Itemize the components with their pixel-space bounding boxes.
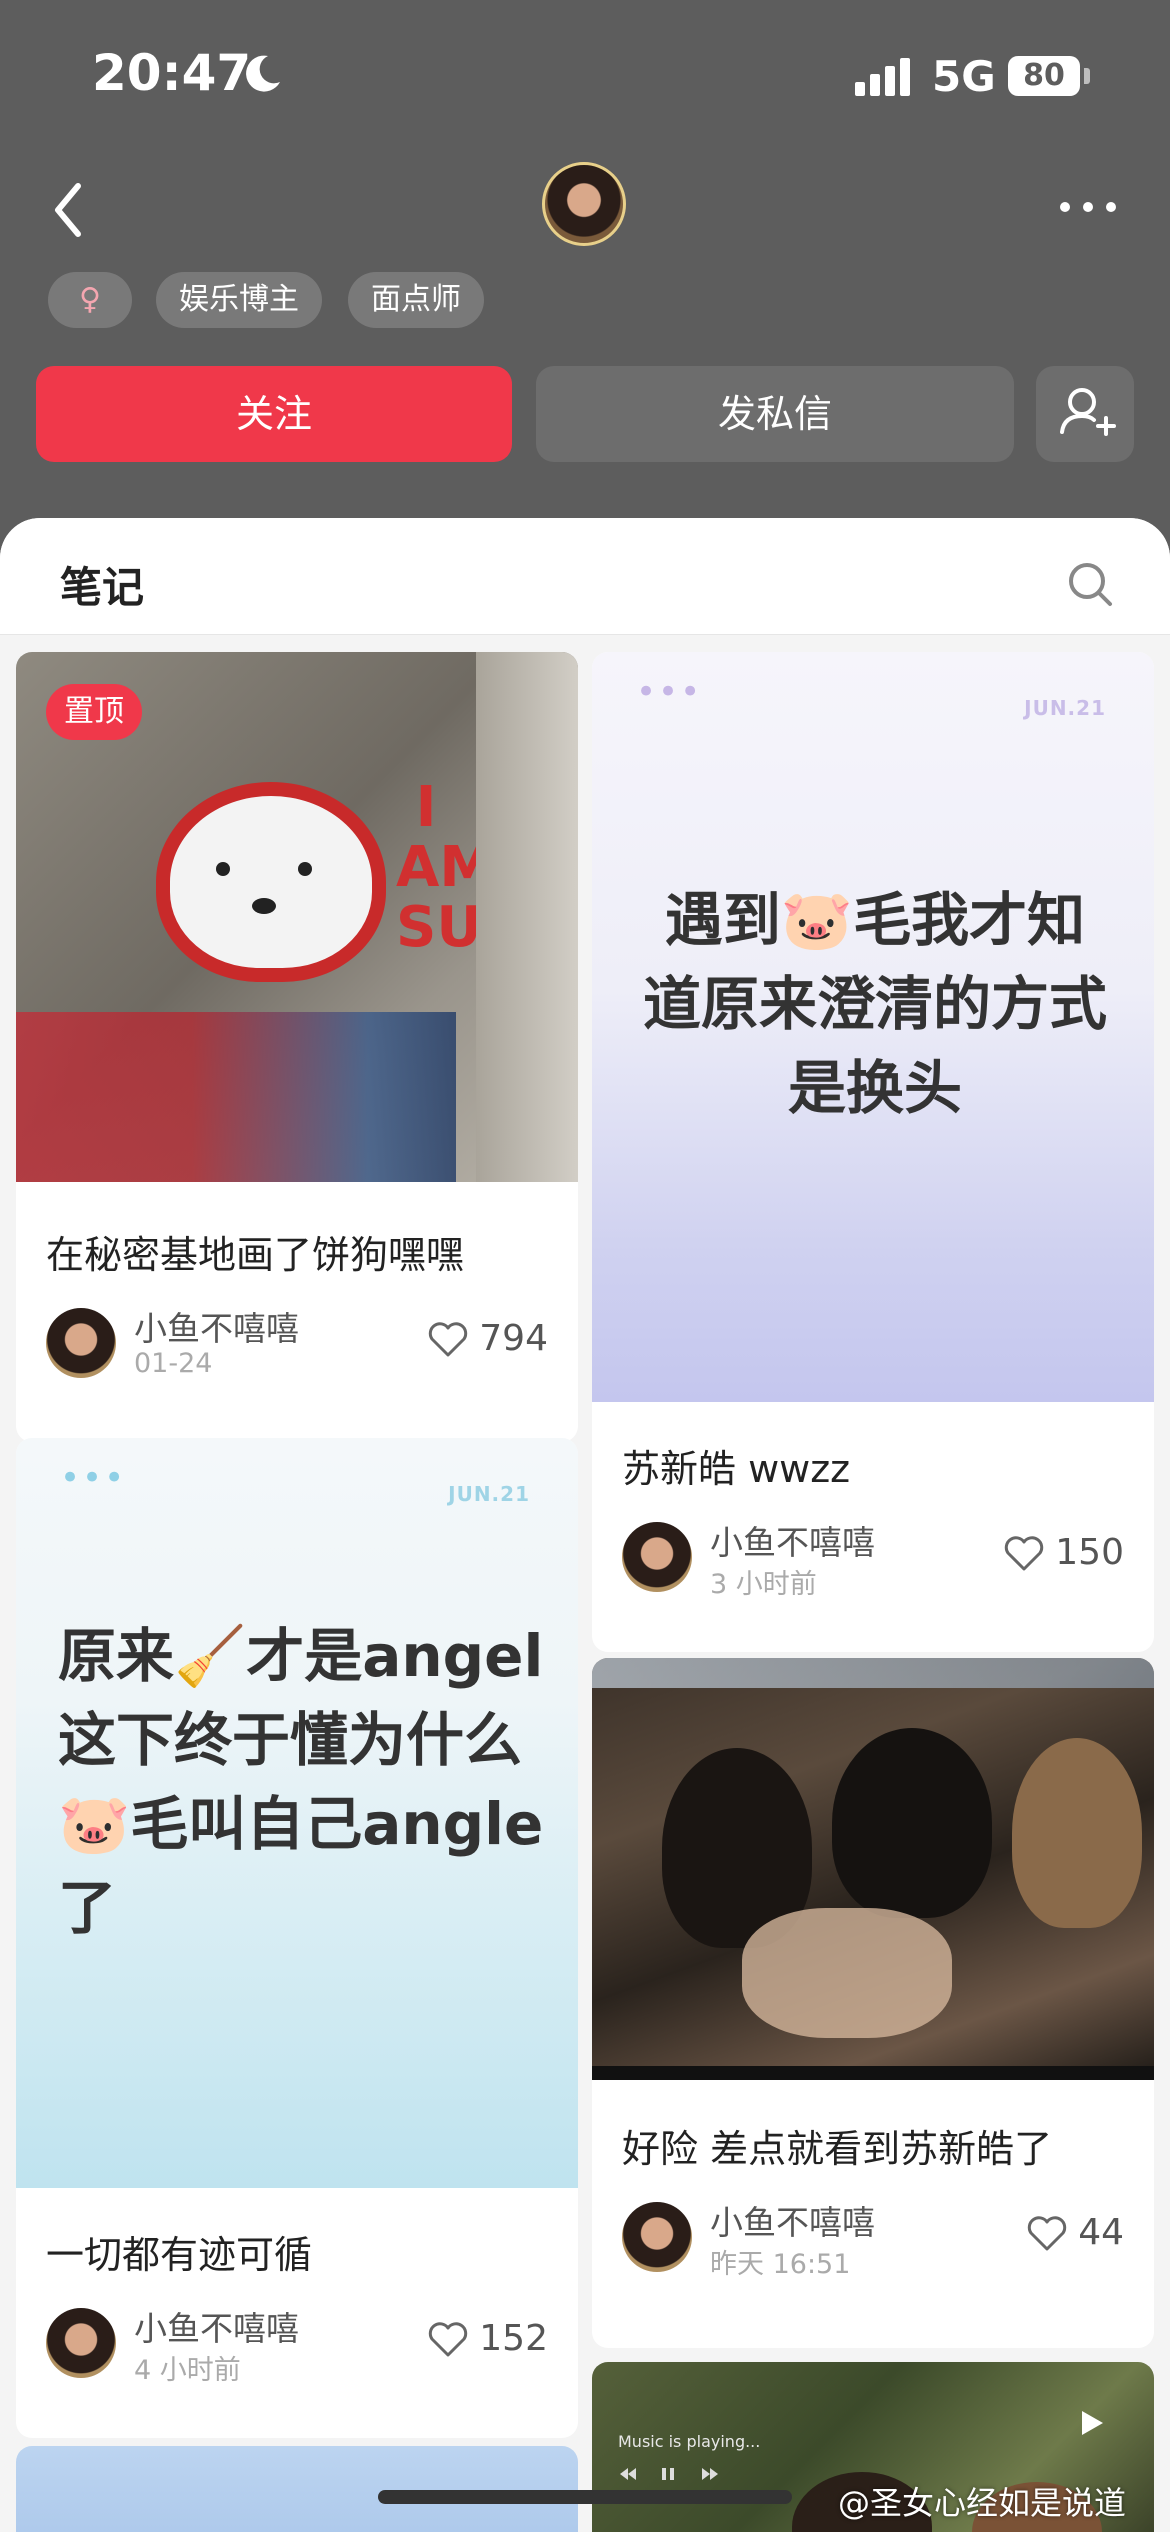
note-cover-image: I AM SU 置顶	[16, 652, 578, 1182]
more-options-icon[interactable]	[1058, 200, 1118, 214]
note-cover-image: ••• JUN.21 原来🧹才是angel这下终于懂为什么🐷毛叫自己angle了	[16, 1438, 578, 2188]
search-icon[interactable]	[1066, 560, 1114, 608]
home-indicator	[378, 2490, 792, 2504]
heart-icon	[1028, 2215, 1067, 2250]
note-cover-image	[592, 1658, 1154, 2080]
tag-entertainment-blogger: 娱乐博主	[156, 272, 322, 328]
author-name: 小鱼不嘻嘻	[710, 2203, 875, 2242]
like-count: 152	[479, 2318, 548, 2359]
heart-icon	[429, 1321, 468, 1356]
note-cover-image: ••• JUN.21 遇到🐷毛我才知道原来澄清的方式是换头	[592, 652, 1154, 1402]
like-count: 44	[1078, 2212, 1124, 2253]
note-date: 3 小时前	[710, 1569, 817, 1600]
author-name: 小鱼不嘻嘻	[710, 1523, 875, 1562]
date-stamp: JUN.21	[1024, 696, 1106, 720]
note-card[interactable]	[16, 2446, 578, 2532]
tag-pastry-chef: 面点师	[348, 272, 484, 328]
author-avatar	[46, 2308, 116, 2378]
tab-bar: 笔记	[0, 518, 1170, 635]
tab-notes[interactable]: 笔记	[60, 554, 144, 615]
music-status: Music is playing...	[618, 2432, 761, 2451]
profile-avatar[interactable]	[542, 162, 626, 246]
network-label: 5G	[932, 52, 996, 101]
author-name: 小鱼不嘻嘻	[134, 2309, 299, 2348]
battery-tip	[1084, 68, 1090, 84]
status-time: 20:47	[92, 44, 252, 102]
author-avatar	[46, 1308, 116, 1378]
mural-text: I AM SU	[396, 775, 496, 960]
note-title: 一切都有迹可循	[46, 2233, 313, 2277]
status-bar: 20:47 5G 80	[0, 0, 1170, 150]
play-icon[interactable]	[1076, 2408, 1106, 2438]
note-title: 好险 差点就看到苏新皓了	[622, 2127, 1053, 2171]
note-title: 在秘密基地画了饼狗嘿嘿	[46, 1233, 465, 1277]
back-arrow-icon[interactable]	[48, 178, 88, 242]
heart-icon	[1005, 1535, 1044, 1570]
decor-dots: •••	[636, 672, 703, 712]
note-title: 苏新皓 wwzz	[622, 1447, 851, 1491]
date-stamp: JUN.21	[448, 1482, 530, 1506]
add-user-button[interactable]	[1036, 366, 1134, 462]
like-count: 794	[479, 1318, 548, 1359]
message-button[interactable]: 发私信	[536, 366, 1014, 462]
battery-icon: 80	[1008, 56, 1080, 96]
player-controls-icon	[620, 2468, 718, 2480]
like-button[interactable]: 152	[427, 2318, 548, 2359]
heart-icon	[429, 2321, 468, 2356]
note-card[interactable]: I AM SU 置顶 在秘密基地画了饼狗嘿嘿 小鱼不嘻嘻 01-24 794	[16, 652, 578, 1442]
note-date: 01-24	[134, 1348, 213, 1379]
quote-text: 原来🧹才是angel这下终于懂为什么🐷毛叫自己angle了	[58, 1622, 544, 1942]
gender-tag: ♀	[48, 272, 132, 328]
like-button[interactable]: 794	[427, 1318, 548, 1359]
note-card[interactable]: ••• JUN.21 原来🧹才是angel这下终于懂为什么🐷毛叫自己angle了…	[16, 1438, 578, 2438]
signal-icon	[855, 58, 910, 96]
notes-panel: 笔记 I AM SU 置顶 在秘密基地画了饼狗嘿嘿 小鱼不嘻嘻 01-24 79…	[0, 518, 1170, 2532]
decor-dots: •••	[60, 1458, 127, 1498]
note-date: 4 小时前	[134, 2355, 241, 2386]
like-button[interactable]: 150	[1003, 1532, 1124, 1573]
add-user-icon	[1060, 388, 1116, 436]
profile-header: 20:47 5G 80 ♀ 娱乐博主 面点师 关注 发私信	[0, 0, 1170, 560]
author-avatar	[622, 2202, 692, 2272]
like-button[interactable]: 44	[1026, 2212, 1124, 2253]
like-count: 150	[1055, 1532, 1124, 1573]
watermark: @圣女心经如是说道	[838, 2484, 1127, 2522]
author-name: 小鱼不嘻嘻	[134, 1309, 299, 1348]
pinned-badge: 置顶	[46, 684, 142, 740]
moon-icon	[246, 55, 280, 92]
note-date: 昨天 16:51	[710, 2249, 851, 2280]
note-card[interactable]: 好险 差点就看到苏新皓了 小鱼不嘻嘻 昨天 16:51 44	[592, 1658, 1154, 2348]
author-avatar	[622, 1522, 692, 1592]
quote-text: 遇到🐷毛我才知道原来澄清的方式是换头	[642, 886, 1107, 1122]
follow-button[interactable]: 关注	[36, 366, 512, 462]
note-card[interactable]: ••• JUN.21 遇到🐷毛我才知道原来澄清的方式是换头 苏新皓 wwzz 小…	[592, 652, 1154, 1652]
